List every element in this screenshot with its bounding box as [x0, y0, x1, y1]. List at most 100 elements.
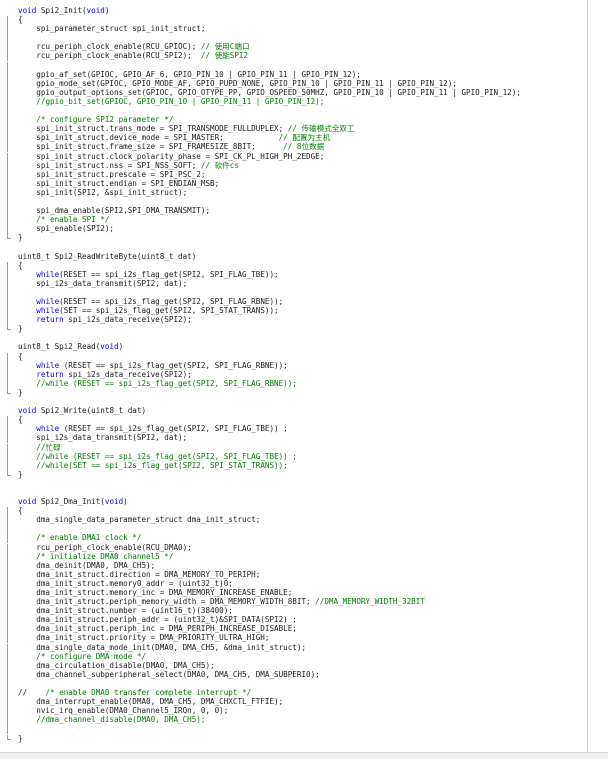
code-line[interactable]: void Spi2_Write(uint8_t dat): [0, 406, 587, 415]
code-line[interactable]: gpio_mode_set(GPIOC, GPIO_MODE_AF, GPIO_…: [0, 79, 587, 89]
code-line[interactable]: while (RESET == spi_i2s_flag_get(SPI2, S…: [0, 424, 587, 435]
code-line[interactable]: // /* enable DMA0 transfer complete inte…: [0, 688, 587, 699]
code-line[interactable]: //忙碌: [0, 443, 587, 453]
code-area[interactable]: void Spi2_Init(void){ spi_parameter_stru…: [0, 6, 587, 743]
code-line[interactable]: spi_i2s_data_transmit(SPI2, dat);: [0, 279, 587, 289]
fold-line-marker: [4, 270, 11, 280]
code-line[interactable]: [0, 106, 587, 117]
code-line[interactable]: //while (RESET == spi_i2s_flag_get(SPI2,…: [0, 379, 587, 389]
code-line[interactable]: /* enable DMA1 clock */: [0, 533, 587, 544]
code-line[interactable]: {: [0, 352, 587, 362]
code-line[interactable]: spi_init_struct.frame_size = SPI_FRAMESI…: [0, 142, 587, 153]
code-line[interactable]: //gpio_bit_set(GPIOC, GPIO_PIN_10 | GPIO…: [0, 97, 587, 107]
code-line[interactable]: dma_init_struct.direction = DMA_MEMORY_T…: [0, 570, 587, 580]
code-line[interactable]: dma_circulation_disable(DMA0, DMA_CH5);: [0, 661, 587, 671]
code-line[interactable]: while(SET == spi_i2s_flag_get(SPI2, SPI_…: [0, 306, 587, 317]
code-line[interactable]: {: [0, 261, 587, 271]
code-line[interactable]: void Spi2_Dma_Init(void): [0, 497, 587, 506]
code-line[interactable]: }: [0, 388, 587, 397]
code-line[interactable]: while(RESET == spi_i2s_flag_get(SPI2, SP…: [0, 270, 587, 280]
code-line[interactable]: /* configure DMA mode */: [0, 652, 587, 662]
code-line[interactable]: [0, 724, 587, 735]
code-line[interactable]: //while (RESET == spi_i2s_flag_get(SPI2,…: [0, 452, 587, 462]
horizontal-scrollbar[interactable]: [0, 752, 608, 759]
code-line[interactable]: {: [0, 415, 587, 426]
code-line[interactable]: /* enable SPI */: [0, 215, 587, 226]
code-line[interactable]: /* initialize DMA0 channel5 */: [0, 552, 587, 562]
code-line[interactable]: return spi_i2s_data_receive(SPI2);: [0, 370, 587, 380]
code-line[interactable]: dma_init_struct.memory_inc = DMA_MEMORY_…: [0, 588, 587, 598]
code-line[interactable]: dma_init_struct.memory0_addr = (uint32_t…: [0, 579, 587, 589]
fold-line-marker: [4, 79, 11, 89]
code-line[interactable]: spi_parameter_struct spi_init_struct;: [0, 24, 587, 35]
code-line[interactable]: //while(SET == spi_i2s_flag_get(SPI2, SP…: [0, 461, 587, 471]
code-line[interactable]: /* configure SPI2 parameter */: [0, 115, 587, 126]
code-line[interactable]: dma_single_data_mode_init(DMA0, DMA_CH5,…: [0, 643, 587, 653]
code-line[interactable]: return spi_i2s_data_receive(SPI2);: [0, 315, 587, 326]
code-token: dma_interrupt_enable(DMA0, DMA_CH5, DMA_…: [18, 697, 284, 707]
code-line[interactable]: while (RESET == spi_i2s_flag_get(SPI2, S…: [0, 361, 587, 371]
fold-line-marker: [4, 34, 11, 44]
code-line[interactable]: dma_init_struct.priority = DMA_PRIORITY_…: [0, 633, 587, 644]
fold-line-marker: [4, 461, 11, 471]
code-line[interactable]: spi_enable(SPI2);: [0, 224, 587, 235]
fold-line-marker: [4, 61, 11, 71]
code-line[interactable]: spi_init_struct.clock_polarity_phase = S…: [0, 152, 587, 162]
code-editor[interactable]: void Spi2_Init(void){ spi_parameter_stru…: [0, 0, 587, 759]
code-line[interactable]: spi_i2s_data_transmit(SPI2, dat);: [0, 433, 587, 444]
keyword-token: return: [36, 315, 64, 325]
code-line[interactable]: [0, 61, 587, 71]
code-line[interactable]: [0, 33, 587, 44]
comment-token: /* enable DMA0 transfer complete interru…: [45, 688, 252, 698]
code-line[interactable]: spi_init(SPI2, &spi_init_struct);: [0, 188, 587, 198]
code-line[interactable]: gpio_output_options_set(GPIOC, GPIO_OTYP…: [0, 88, 587, 98]
code-line[interactable]: //dma_channel_disable(DMA0, DMA_CH5);: [0, 715, 587, 726]
code-line[interactable]: rcu_periph_clock_enable(RCU_SPI2); // 使能…: [0, 51, 587, 62]
code-line[interactable]: [0, 397, 587, 406]
code-line[interactable]: spi_init_struct.nss = SPI_NSS_SOFT; // 软…: [0, 161, 587, 171]
code-line[interactable]: {: [0, 15, 587, 26]
code-line[interactable]: void Spi2_Init(void): [0, 6, 587, 15]
code-line[interactable]: }: [0, 470, 587, 479]
code-line[interactable]: dma_init_struct.periph_memory_width = DM…: [0, 597, 587, 608]
code-line[interactable]: dma_channel_subperipheral_select(DMA0, D…: [0, 670, 587, 680]
code-token: (RESET == spi_i2s_flag_get(SPI2, SPI_FLA…: [59, 424, 288, 434]
code-line[interactable]: dma_init_struct.number = (uint16_t)(3840…: [0, 606, 587, 617]
code-line[interactable]: dma_deinit(DMA0, DMA_CH5);: [0, 561, 587, 571]
code-line[interactable]: spi_init_struct.endian = SPI_ENDIAN_MSB;: [0, 179, 587, 189]
code-line[interactable]: spi_dma_enable(SPI2,SPI_DMA_TRANSMIT);: [0, 206, 587, 217]
code-line[interactable]: [0, 242, 587, 251]
fold-line-marker: [4, 225, 11, 235]
fold-line-marker: [4, 152, 11, 162]
code-line[interactable]: [0, 679, 587, 689]
code-line[interactable]: }: [0, 233, 587, 242]
code-line[interactable]: dma_interrupt_enable(DMA0, DMA_CH5, DMA_…: [0, 697, 587, 708]
code-token: Spi2_Init(: [36, 6, 87, 15]
code-line[interactable]: rcu_periph_clock_enable(RCU_DMA0);: [0, 543, 587, 553]
code-line[interactable]: [0, 524, 587, 535]
code-token: spi_enable(SPI2);: [18, 224, 115, 234]
code-line[interactable]: nvic_irq_enable(DMA0_Channel5_IRQn, 0, 0…: [0, 706, 587, 717]
fold-line-marker: [4, 352, 11, 362]
code-line[interactable]: [0, 479, 587, 488]
code-line[interactable]: uint8_t Spi2_Read(void): [0, 342, 587, 351]
fold-line-marker: [4, 443, 11, 453]
code-line[interactable]: uint8_t Spi2_ReadWriteByte(uint8_t dat): [0, 252, 587, 261]
code-line[interactable]: {: [0, 506, 587, 517]
code-line[interactable]: dma_init_struct.periph_inc = DMA_PERIPH_…: [0, 624, 587, 635]
code-line[interactable]: }: [0, 324, 587, 333]
code-line[interactable]: dma_single_data_parameter_struct dma_ini…: [0, 515, 587, 526]
code-line[interactable]: [0, 197, 587, 207]
code-line[interactable]: spi_init_struct.trans_mode = SPI_TRANSMO…: [0, 124, 587, 135]
code-line[interactable]: dma_init_struct.periph_addr = (uint32_t)…: [0, 615, 587, 626]
fold-line-marker: [4, 689, 11, 699]
code-line[interactable]: gpio_af_set(GPIOC, GPIO_AF_6, GPIO_PIN_1…: [0, 70, 587, 80]
code-line[interactable]: while(RESET == spi_i2s_flag_get(SPI2, SP…: [0, 297, 587, 307]
code-line[interactable]: [0, 333, 587, 342]
code-line[interactable]: [0, 488, 587, 497]
code-line[interactable]: [0, 288, 587, 298]
code-line[interactable]: spi_init_struct.prescale = SPI_PSC_2;: [0, 170, 587, 180]
code-line[interactable]: }: [0, 734, 587, 743]
